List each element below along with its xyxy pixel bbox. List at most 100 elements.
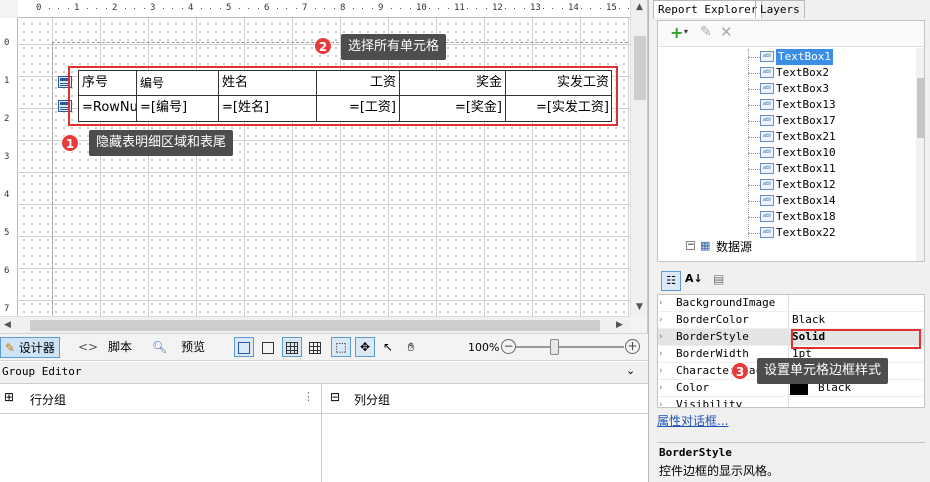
expand-chevron-icon[interactable]: › [658, 363, 670, 379]
chevron-down-icon[interactable]: ⌄ [626, 364, 635, 377]
snap-lines-icon [238, 341, 250, 354]
dimension-lines-button[interactable] [258, 337, 278, 357]
ruler-tick [238, 8, 240, 9]
zoom-slider-track[interactable] [516, 346, 624, 348]
tree-item-textbox[interactable]: TextBox17 [776, 113, 836, 129]
scroll-thumb[interactable] [917, 78, 924, 138]
script-tab-label: 脚本 [107, 340, 132, 354]
ruler-tick [105, 8, 107, 9]
property-dialog-link[interactable]: 属性对话框... [657, 412, 728, 430]
group-editor-header: Group Editor ⌄ [0, 362, 648, 384]
zoom-slider-thumb[interactable] [550, 339, 559, 355]
expand-chevron-icon[interactable]: › [658, 329, 670, 345]
property-row[interactable]: › Visibility [658, 397, 924, 408]
tree-item-textbox[interactable]: TextBox10 [776, 145, 836, 161]
ruler-tick [628, 8, 629, 9]
textbox-icon: abl [760, 131, 774, 142]
zoom-out-button[interactable]: − [501, 339, 516, 354]
script-tab-button[interactable]: <> 脚本 [74, 337, 136, 358]
report-canvas[interactable] [18, 18, 638, 333]
scroll-right-icon[interactable]: ▶ [616, 320, 623, 330]
edit-pencil-icon[interactable]: ✎ [700, 24, 712, 40]
tree-item-textbox[interactable]: TextBox13 [776, 97, 836, 113]
zoom-in-button[interactable]: + [625, 339, 640, 354]
tab-layers[interactable]: Layers [755, 0, 805, 18]
ruler-tick [67, 8, 69, 9]
expand-chevron-icon[interactable]: › [658, 380, 670, 396]
ruler-label: 3 [4, 152, 10, 162]
categorized-view-icon[interactable]: ☷ [661, 271, 681, 291]
add-icon[interactable]: + [670, 23, 683, 42]
tree-item-textbox[interactable]: TextBox18 [776, 209, 836, 225]
ruler-tick [324, 8, 325, 9]
ruler-tick [172, 8, 173, 9]
datasource-node[interactable]: 数据源 [716, 238, 752, 255]
scroll-thumb[interactable] [30, 320, 600, 331]
tree-item-textbox[interactable]: TextBox3 [776, 81, 829, 97]
expand-chevron-icon[interactable]: › [658, 397, 670, 407]
pointer-button[interactable]: ↖ [378, 337, 398, 357]
property-name: BorderColor [676, 313, 749, 326]
scroll-thumb[interactable] [634, 36, 646, 100]
ruler-label: 6 [4, 266, 10, 276]
ruler-tick [504, 8, 506, 9]
ruler-tick [552, 8, 553, 9]
tree-item-textbox[interactable]: TextBox12 [776, 177, 836, 193]
textbox-icon: abl [760, 195, 774, 206]
row-group-menu-icon[interactable]: ⋮ [303, 390, 314, 403]
scroll-up-icon[interactable]: ▲ [636, 2, 643, 12]
tree-item-textbox[interactable]: TextBox22 [776, 225, 836, 241]
collapse-toggle-icon[interactable]: − [686, 241, 695, 250]
textbox-icon: abl [760, 115, 774, 126]
designer-tab-label: 设计器 [18, 341, 55, 355]
tree-item-textbox[interactable]: TextBox2 [776, 65, 829, 81]
tree-connector [748, 137, 760, 138]
property-value[interactable]: Black [792, 312, 917, 328]
preview-tab-button[interactable]: 🔍︎ 预览 [148, 337, 209, 358]
tree-item-textbox[interactable]: TextBox1 [776, 49, 833, 65]
ruler-label: 3 [150, 3, 156, 13]
expand-chevron-icon[interactable]: › [658, 312, 670, 328]
expand-chevron-icon[interactable]: › [658, 346, 670, 362]
dropdown-arrow-icon[interactable]: ▾ [684, 27, 688, 36]
ruler-label: 2 [112, 3, 118, 13]
tree-item-textbox[interactable]: TextBox21 [776, 129, 836, 145]
layout-mode-button[interactable]: ⬚ [331, 337, 351, 357]
tree-connector [748, 49, 749, 239]
ruler-tick [181, 8, 183, 9]
tab-report-explorer[interactable]: Report Explorer [653, 0, 763, 18]
expand-chevron-icon[interactable]: › [658, 295, 670, 311]
designer-tab-button[interactable]: ✎ 设计器 [0, 337, 60, 358]
ruler-tick [96, 8, 97, 9]
callout-select-cells: 选择所有单元格 [341, 34, 447, 60]
designer-horizontal-scrollbar[interactable]: ◀ ▶ [0, 316, 630, 333]
column-group-icon: ⊟ [330, 390, 341, 404]
column-group-label: 列分组 [354, 393, 391, 407]
hand-button[interactable]: ✋︎ [401, 337, 421, 357]
ruler-tick [599, 8, 601, 9]
property-row[interactable]: › BorderColor Black [658, 312, 924, 329]
snap-lines-button[interactable] [234, 337, 254, 357]
property-name: Visibility [676, 398, 743, 408]
move-select-button[interactable]: ✥ [355, 337, 375, 357]
tree-connector [748, 73, 760, 74]
explorer-vertical-scrollbar[interactable] [916, 48, 924, 261]
designer-vertical-scrollbar[interactable]: ▲ ▼ [630, 0, 647, 316]
property-row[interactable]: › BackgroundImage [658, 295, 924, 312]
step-badge-1: 1 [61, 134, 79, 152]
ruler-tick [295, 8, 297, 9]
ruler-label: 13 [530, 3, 541, 13]
show-grid-button[interactable] [305, 337, 325, 357]
tree-item-textbox[interactable]: TextBox11 [776, 161, 836, 177]
property-pages-icon[interactable]: ▤ [713, 272, 724, 286]
alphabetical-sort-icon[interactable]: A↓ [685, 272, 703, 285]
ruler-label: 4 [4, 190, 10, 200]
scroll-down-icon[interactable]: ▼ [636, 302, 643, 312]
ruler-label: 9 [378, 3, 384, 13]
ruler-label: 15 [606, 3, 617, 13]
scroll-left-icon[interactable]: ◀ [4, 320, 11, 330]
tree-item-textbox[interactable]: TextBox14 [776, 193, 836, 209]
delete-icon[interactable]: ✕ [720, 23, 733, 41]
snap-grid-button[interactable] [282, 337, 302, 357]
row-group-icon: ⊞ [4, 390, 15, 404]
